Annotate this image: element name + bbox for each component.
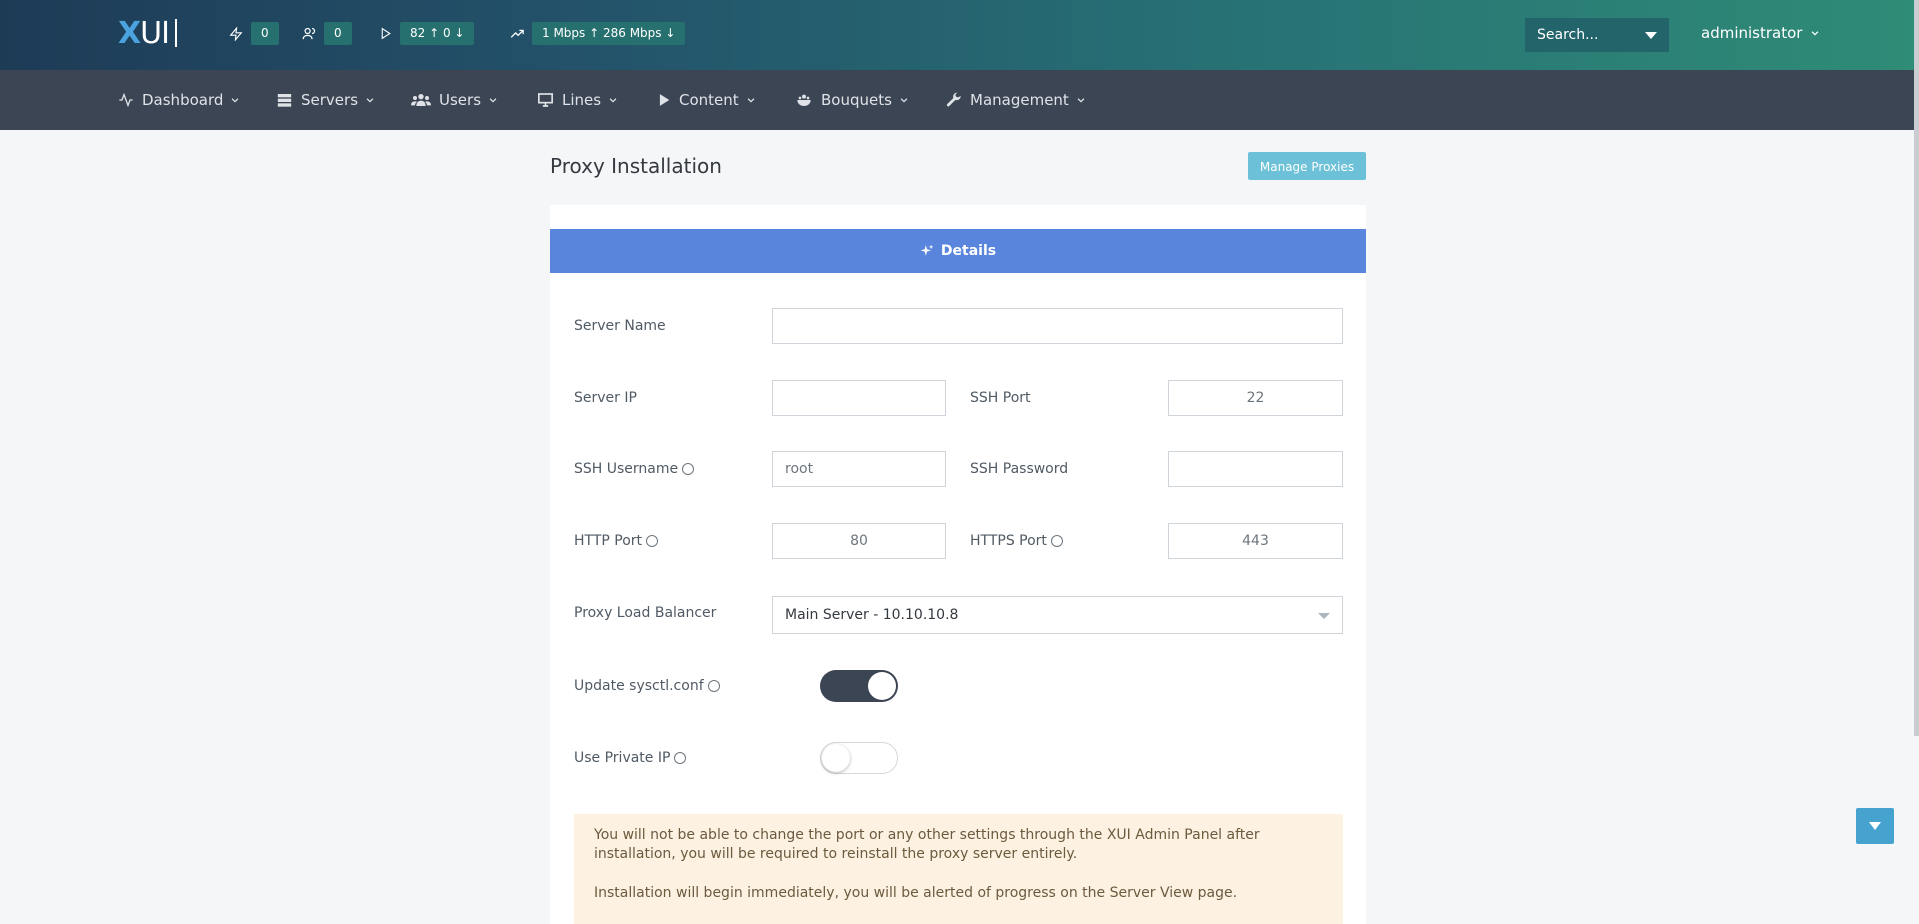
server-ip-input[interactable] — [772, 380, 946, 416]
update-sysctl-toggle[interactable] — [820, 670, 898, 702]
nav-bouquets[interactable]: Bouquets — [795, 70, 909, 130]
chevron-down-icon — [747, 98, 755, 103]
search-placeholder: Search... — [1537, 27, 1599, 43]
users-stat[interactable]: 0 — [298, 22, 352, 45]
play-icon — [659, 94, 670, 106]
chevron-down-icon — [900, 98, 908, 103]
caret-down-icon — [1645, 32, 1657, 39]
nav-label: Management — [970, 91, 1069, 109]
flower-icon — [797, 94, 811, 106]
connections-stat[interactable]: 0 — [225, 22, 279, 45]
http-port-input[interactable] — [772, 523, 946, 559]
users-count: 0 — [324, 22, 352, 45]
use-private-ip-label: Use Private IP — [574, 750, 687, 766]
chevron-down-icon — [366, 98, 374, 103]
caret-down-icon — [1869, 822, 1881, 830]
scroll-down-button[interactable] — [1856, 808, 1894, 844]
nav-label: Dashboard — [142, 91, 224, 109]
nav-users[interactable]: Users — [411, 70, 498, 130]
wrench-icon — [946, 92, 961, 107]
logo[interactable]: XUI — [118, 14, 177, 54]
alert-text: You will not be able to change the port … — [594, 827, 1260, 862]
play-icon — [374, 23, 396, 45]
info-icon[interactable] — [674, 752, 687, 764]
nav-management[interactable]: Management — [946, 70, 1086, 130]
monitor-icon — [538, 93, 553, 107]
info-icon[interactable] — [1050, 535, 1063, 547]
toggle-knob — [868, 672, 896, 700]
chevron-down-icon — [489, 98, 497, 103]
top-bar: XUI 0 0 82 ↑ 0 ↓ 1 Mbps ↑ 286 Mbps ↓ Sea… — [0, 0, 1919, 70]
info-icon[interactable] — [646, 535, 659, 547]
ssh-username-input[interactable] — [772, 451, 946, 487]
manage-proxies-button[interactable]: Manage Proxies — [1248, 152, 1366, 180]
info-icon[interactable] — [682, 463, 695, 475]
nav-lines[interactable]: Lines — [537, 70, 618, 130]
streams-count: 82 ↑ 0 ↓ — [400, 22, 475, 45]
nav-label: Bouquets — [821, 91, 892, 109]
nav-dashboard[interactable]: Dashboard — [118, 70, 240, 130]
selected-value: Main Server - 10.10.10.8 — [785, 607, 959, 623]
trending-up-icon — [506, 23, 528, 45]
use-private-ip-toggle[interactable] — [820, 742, 898, 774]
users-icon — [411, 94, 431, 106]
nav-label: Lines — [562, 91, 602, 109]
nav-label: Servers — [301, 91, 359, 109]
chevron-down-icon — [1811, 31, 1819, 36]
nav-label: Users — [439, 91, 482, 109]
search-dropdown[interactable]: Search... — [1525, 18, 1669, 52]
server-ip-label: Server IP — [574, 390, 637, 406]
ssh-username-label: SSH Username — [574, 461, 695, 477]
alert-text: Installation will begin immediately, you… — [594, 885, 1238, 901]
activity-icon — [119, 92, 133, 108]
user-menu[interactable]: administrator — [1701, 24, 1820, 42]
ssh-password-input[interactable] — [1168, 451, 1343, 487]
bandwidth-stat[interactable]: 1 Mbps ↑ 286 Mbps ↓ — [506, 22, 686, 45]
nav-label: Content — [679, 91, 739, 109]
load-balancer-select[interactable]: Main Server - 10.10.10.8 — [772, 596, 1343, 634]
username: administrator — [1701, 24, 1803, 42]
page-title: Proxy Installation — [550, 154, 722, 178]
http-port-label: HTTP Port — [574, 533, 659, 549]
tab-details[interactable]: Details — [550, 229, 1366, 273]
bandwidth-value: 1 Mbps ↑ 286 Mbps ↓ — [532, 22, 686, 45]
tab-label: Details — [940, 243, 997, 259]
ssh-password-label: SSH Password — [970, 461, 1069, 477]
bolt-icon — [225, 23, 247, 45]
server-name-input[interactable] — [772, 308, 1343, 344]
warning-alert: You will not be able to change the port … — [574, 814, 1343, 924]
ssh-port-input[interactable] — [1168, 380, 1343, 416]
toggle-knob — [822, 744, 850, 772]
chevron-down-icon — [1077, 98, 1085, 103]
caret-down-icon — [1318, 613, 1330, 619]
update-sysctl-label: Update sysctl.conf — [574, 678, 720, 694]
sparkle-icon — [920, 244, 934, 256]
streams-stat[interactable]: 82 ↑ 0 ↓ — [374, 22, 475, 45]
server-name-label: Server Name — [574, 318, 666, 334]
main-nav: Dashboard Servers Users Lines Content Bo… — [0, 70, 1919, 130]
https-port-input[interactable] — [1168, 523, 1343, 559]
server-icon — [277, 94, 292, 107]
users-icon — [298, 23, 320, 45]
ssh-port-label: SSH Port — [970, 390, 1031, 406]
connections-count: 0 — [251, 22, 279, 45]
chevron-down-icon — [609, 98, 617, 103]
scrollbar[interactable] — [1914, 0, 1919, 736]
info-icon[interactable] — [707, 680, 720, 692]
nav-servers[interactable]: Servers — [276, 70, 375, 130]
load-balancer-label: Proxy Load Balancer — [574, 605, 717, 621]
chevron-down-icon — [232, 98, 239, 103]
nav-content[interactable]: Content — [657, 70, 756, 130]
https-port-label: HTTPS Port — [970, 533, 1063, 549]
